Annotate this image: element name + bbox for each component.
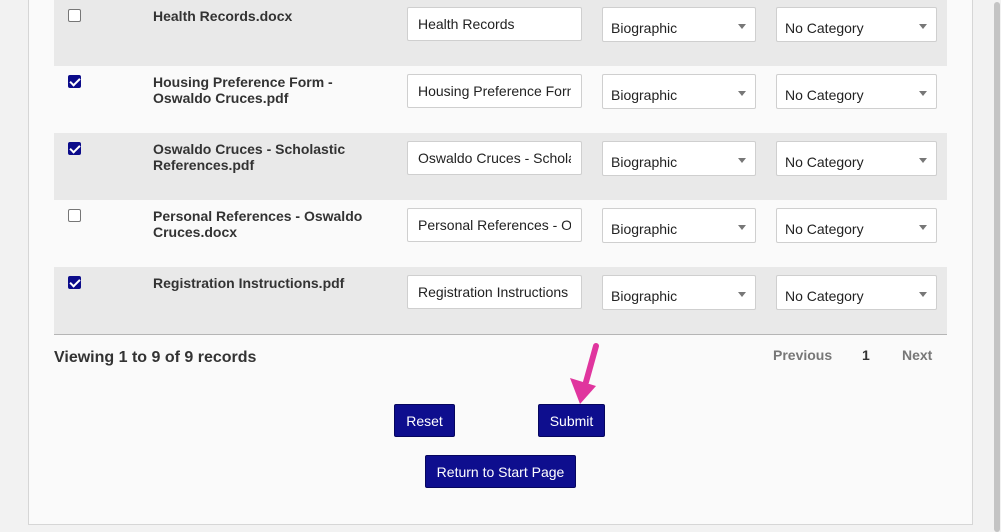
dropdown-arrow-icon [919, 158, 927, 163]
document-title-input[interactable] [407, 7, 582, 41]
document-title-input[interactable] [407, 74, 582, 108]
dropdown-arrow-icon [919, 91, 927, 96]
dropdown-arrow-icon [738, 24, 746, 29]
pager-current-page[interactable]: 1 [862, 347, 870, 363]
file-name: Registration Instructions.pdf [153, 275, 345, 291]
pager-previous-link[interactable]: Previous [773, 347, 832, 363]
document-type-select[interactable]: Biographic [602, 74, 756, 109]
table-row: Housing Preference Form - Oswaldo Cruces… [54, 66, 947, 133]
reset-button[interactable]: Reset [394, 404, 455, 437]
document-type-value: Biographic [611, 288, 678, 304]
scrollbar-thumb[interactable] [994, 2, 1000, 532]
dropdown-arrow-icon [738, 91, 746, 96]
row-checkbox[interactable] [68, 9, 81, 22]
records-count-text: Viewing 1 to 9 of 9 records [54, 349, 257, 366]
scrollbar[interactable] [993, 0, 1001, 532]
row-checkbox[interactable] [68, 276, 81, 289]
documents-table: Health Records.docx Biographic No Catego… [54, 0, 947, 335]
document-type-select[interactable]: Biographic [602, 141, 756, 176]
category-select[interactable]: No Category [776, 275, 937, 310]
table-row: Oswaldo Cruces - Scholastic References.p… [54, 133, 947, 200]
table-row: Health Records.docx Biographic No Catego… [54, 0, 947, 66]
row-checkbox[interactable] [68, 75, 81, 88]
document-title-input[interactable] [407, 141, 582, 175]
document-type-select[interactable]: Biographic [602, 275, 756, 310]
document-title-input[interactable] [407, 275, 582, 309]
document-type-value: Biographic [611, 20, 678, 36]
dropdown-arrow-icon [738, 158, 746, 163]
document-type-value: Biographic [611, 87, 678, 103]
category-value: No Category [785, 154, 864, 170]
category-select[interactable]: No Category [776, 141, 937, 176]
category-value: No Category [785, 288, 864, 304]
pager-next-link[interactable]: Next [902, 347, 932, 363]
category-select[interactable]: No Category [776, 7, 937, 42]
table-row: Personal References - Oswaldo Cruces.doc… [54, 200, 947, 267]
document-type-value: Biographic [611, 221, 678, 237]
document-type-select[interactable]: Biographic [602, 208, 756, 243]
category-select[interactable]: No Category [776, 208, 937, 243]
file-name: Housing Preference Form - Oswaldo Cruces… [153, 74, 333, 106]
document-type-value: Biographic [611, 154, 678, 170]
return-to-start-button[interactable]: Return to Start Page [425, 455, 576, 488]
pointer-arrow-icon [570, 343, 599, 404]
document-type-select[interactable]: Biographic [602, 7, 756, 42]
dropdown-arrow-icon [738, 225, 746, 230]
category-value: No Category [785, 87, 864, 103]
file-name: Oswaldo Cruces - Scholastic References.p… [153, 141, 346, 173]
dropdown-arrow-icon [919, 225, 927, 230]
submit-button[interactable]: Submit [538, 404, 605, 437]
row-checkbox[interactable] [68, 142, 81, 155]
file-name: Personal References - Oswaldo Cruces.doc… [153, 208, 363, 240]
category-value: No Category [785, 20, 864, 36]
file-name: Health Records.docx [153, 8, 293, 24]
dropdown-arrow-icon [919, 24, 927, 29]
category-select[interactable]: No Category [776, 74, 937, 109]
table-row: Registration Instructions.pdf Biographic… [54, 267, 947, 334]
category-value: No Category [785, 221, 864, 237]
row-checkbox[interactable] [68, 209, 81, 222]
document-title-input[interactable] [407, 208, 582, 242]
dropdown-arrow-icon [919, 292, 927, 297]
dropdown-arrow-icon [738, 292, 746, 297]
